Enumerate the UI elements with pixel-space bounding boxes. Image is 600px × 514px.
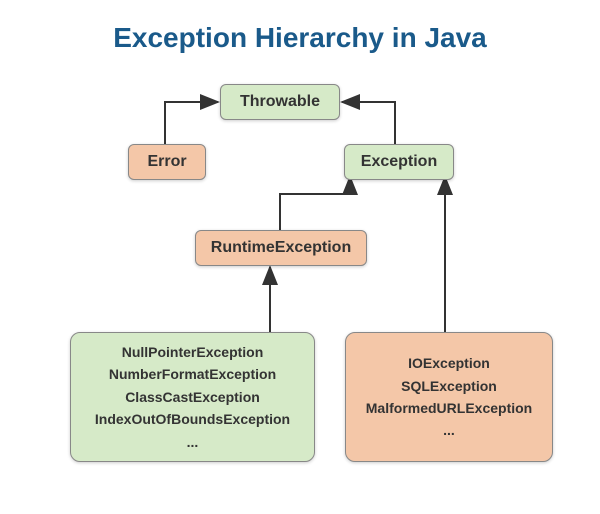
- list-item: SQLException: [401, 375, 497, 397]
- node-exception: Exception: [344, 144, 454, 180]
- node-throwable: Throwable: [220, 84, 340, 120]
- list-item: NullPointerException: [122, 341, 264, 363]
- node-runtime-exception: RuntimeException: [195, 230, 367, 266]
- list-item: IOException: [408, 352, 490, 374]
- node-error: Error: [128, 144, 206, 180]
- list-item: NumberFormatException: [109, 363, 276, 385]
- list-item: MalformedURLException: [366, 397, 532, 419]
- list-item: IndexOutOfBoundsException: [95, 408, 290, 430]
- list-item: ...: [187, 431, 199, 453]
- diagram-canvas: Throwable Error Exception RuntimeExcepti…: [0, 54, 600, 514]
- node-checked-subclasses: IOException SQLException MalformedURLExc…: [345, 332, 553, 462]
- list-item: ...: [443, 419, 455, 441]
- node-runtime-subclasses: NullPointerException NumberFormatExcepti…: [70, 332, 315, 462]
- list-item: ClassCastException: [125, 386, 260, 408]
- diagram-title: Exception Hierarchy in Java: [0, 0, 600, 54]
